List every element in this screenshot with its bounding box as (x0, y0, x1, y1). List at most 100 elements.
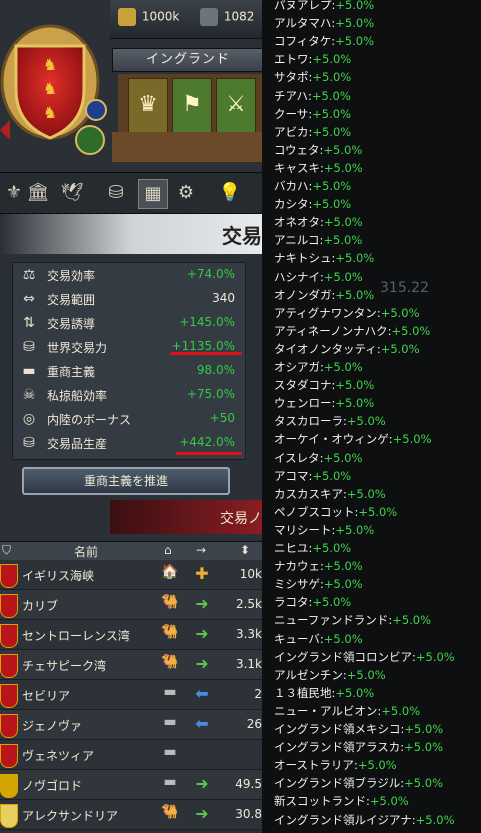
tooltip-entry: ニューファンドランド:+5.0% (274, 612, 431, 628)
tooltip-entry-name: イングランド領ブラジル (274, 776, 401, 791)
england-coat-of-arms-icon[interactable]: ♞ ♞ ♞ (0, 20, 112, 170)
back-arrow-icon[interactable]: ⬅ (192, 714, 212, 734)
arrow-column-icon[interactable]: → (196, 543, 206, 557)
military-banner[interactable]: ⚔ (216, 78, 256, 145)
table-row[interactable]: カリブ 🐫 ➜ 2.5k (0, 590, 262, 620)
svg-text:♞: ♞ (43, 103, 57, 122)
tooltip-entry-value: +5.0% (323, 559, 363, 574)
tooltip-entry-name: コフィタケ (274, 34, 332, 49)
tooltip-entry: タイオノンタッティ:+5.0% (274, 341, 420, 357)
trade-panel: 1000k 1082 ♞ ♞ ♞ イングランド ♛ ⚑ ⚔ ⚜ 🏛 🕊 ⛁ ▦ (0, 0, 262, 833)
stat-row[interactable]: ⛁ 世界交易力 +1135.0% (13, 335, 245, 359)
forward-arrow-icon[interactable]: ➜ (192, 774, 212, 794)
economy-banner[interactable]: ⚑ (172, 78, 212, 145)
stat-row[interactable]: ⇔ 交易範囲 340 (13, 287, 245, 311)
tab-technology[interactable]: 💡 (216, 179, 244, 207)
tooltip-entry-name: イングランド領メキシコ (274, 722, 401, 736)
stat-row[interactable]: ☠ 私掠船効率 +75.0% (13, 383, 245, 407)
soldier-icon (200, 8, 218, 26)
caravan-icon[interactable]: 🐫 (158, 804, 182, 824)
tooltip-entry: ペノブスコット:+5.0% (274, 504, 397, 520)
tooltip-entry: ハシナイ:+5.0% (274, 269, 363, 285)
stat-row[interactable]: ◎ 内陸のボーナス +50 (13, 407, 245, 431)
tooltip-entry: イングランド領メキシコ:+5.0% (274, 721, 443, 737)
tooltip-entry-name: ニューファンドランド (274, 613, 389, 628)
tab-trade[interactable]: ▦ (138, 179, 168, 209)
tooltip-entry-name: アルタマハ (274, 16, 332, 31)
shield-icon[interactable]: ⛉ (2, 543, 11, 558)
tooltip-entry: ラコタ:+5.0% (274, 594, 351, 610)
tooltip-entry: キューバ:+5.0% (274, 631, 363, 647)
forward-arrow-icon[interactable]: ➜ (192, 654, 212, 674)
inland-icon: ◎ (22, 411, 36, 427)
table-row[interactable]: ヴェネツィア ▬ (0, 740, 262, 770)
tooltip-entry: １３植民地:+5.0% (274, 685, 374, 701)
tooltip-entry-name: ナキトシュ (274, 251, 332, 266)
tooltip-entry-value: +5.0% (391, 323, 431, 338)
dash-icon[interactable]: ▬ (158, 774, 182, 794)
stat-row[interactable]: ⚖ 交易効率 +74.0% (13, 263, 245, 287)
tooltip-entry: タスカローラ:+5.0% (274, 413, 386, 429)
tooltip-entry-value: +5.0% (335, 378, 375, 393)
nation-name[interactable]: イングランド (112, 48, 262, 72)
stat-row[interactable]: ▬ 重商主義 98.0% (13, 359, 245, 383)
tooltip-entry: アティネーノンナハク:+5.0% (274, 323, 430, 339)
tooltip-entry-name: ミシサゲ (274, 577, 320, 592)
table-row[interactable]: チェサピーク湾 🐫 ➜ 3.1k (0, 650, 262, 680)
forward-arrow-icon[interactable]: ➜ (192, 804, 212, 824)
column-name[interactable]: 名前 (74, 543, 98, 560)
tab-diplomacy[interactable]: 🕊 (58, 179, 86, 207)
home-column-icon[interactable]: ⌂ (164, 543, 172, 557)
tooltip-entry: イスレタ:+5.0% (274, 450, 362, 466)
table-row[interactable]: ノヴゴロド ▬ ➜ 49.5 (0, 770, 262, 800)
caravan-icon[interactable]: 🐫 (158, 594, 182, 614)
tooltip-entry: ナカウェ:+5.0% (274, 558, 363, 574)
caravan-icon[interactable]: 🐫 (158, 624, 182, 644)
stat-row[interactable]: ⇅ 交易誘導 +145.0% (13, 311, 245, 335)
tab-government[interactable]: 🏛 (24, 179, 52, 207)
forward-arrow-icon[interactable]: ➜ (192, 624, 212, 644)
tooltip-entry-value: +5.0% (358, 504, 398, 519)
tooltip-entry-name: エトワ (274, 52, 309, 67)
tooltip-entry-name: チアハ (274, 88, 309, 103)
dash-icon[interactable]: ▬ (158, 684, 182, 704)
scales-icon: ⚖ (22, 267, 36, 283)
mamluk-shield-icon (0, 804, 18, 828)
manpower-display[interactable]: 1082 (200, 8, 254, 26)
promote-mercantilism-button[interactable]: 重商主義を推進 (22, 467, 230, 495)
dash-icon[interactable]: ▬ (158, 714, 182, 734)
plus-icon[interactable]: ✚ (192, 564, 212, 584)
tooltip-entry-name: ペノブスコット (274, 504, 355, 519)
tooltip-entry-name: ハシナイ (274, 269, 320, 284)
trade-stats-box: ⚖ 交易効率 +74.0% ⇔ 交易範囲 340 ⇅ 交易誘導 +145.0% … (12, 262, 246, 460)
tooltip-entry: スタダコナ:+5.0% (274, 377, 374, 393)
table-row[interactable]: アレクサンドリア 🐫 ➜ 30.8 (0, 800, 262, 830)
table-row[interactable]: セビリア ▬ ⬅ 2 (0, 680, 262, 710)
crown-banner[interactable]: ♛ (128, 78, 168, 145)
merchant-house-icon[interactable]: 🏠 (158, 564, 182, 584)
table-row[interactable]: イギリス海峡 🏠 ✚ 10k (0, 560, 262, 590)
tooltip-entry-value: +5.0% (335, 34, 375, 49)
treasury-display[interactable]: 1000k (118, 8, 179, 26)
tooltip-entry: ミシサゲ:+5.0% (274, 576, 363, 592)
crossed-swords-icon: ⚔ (226, 92, 246, 117)
tooltip-entry-value: +5.0% (392, 613, 432, 628)
table-row[interactable]: セントローレンス湾 🐫 ➜ 3.3k (0, 620, 262, 650)
goods-icon: ⛁ (23, 435, 35, 451)
caravan-icon[interactable]: 🐫 (158, 654, 182, 674)
tooltip-entry-value: +5.0% (312, 124, 352, 139)
tooltip-entry-value: +5.0% (312, 106, 352, 121)
svg-text:♞: ♞ (43, 79, 57, 98)
back-arrow-icon[interactable]: ⬅ (192, 684, 212, 704)
sacks-icon: ⛁ (108, 182, 124, 203)
dove-icon: 🕊 (60, 182, 84, 203)
table-row[interactable]: ジェノヴァ ▬ ⬅ 26 (0, 710, 262, 740)
dash-icon[interactable]: ▬ (158, 744, 182, 764)
sort-column-icon[interactable]: ⬍ (240, 543, 250, 557)
tab-production[interactable]: ⚙ (172, 179, 200, 207)
tab-economy[interactable]: ⛁ (102, 179, 130, 207)
england-shield-icon (0, 744, 18, 768)
flag-icon: ⚑ (182, 92, 202, 117)
tooltip-entry-name: カシタ (274, 197, 309, 212)
forward-arrow-icon[interactable]: ➜ (192, 594, 212, 614)
